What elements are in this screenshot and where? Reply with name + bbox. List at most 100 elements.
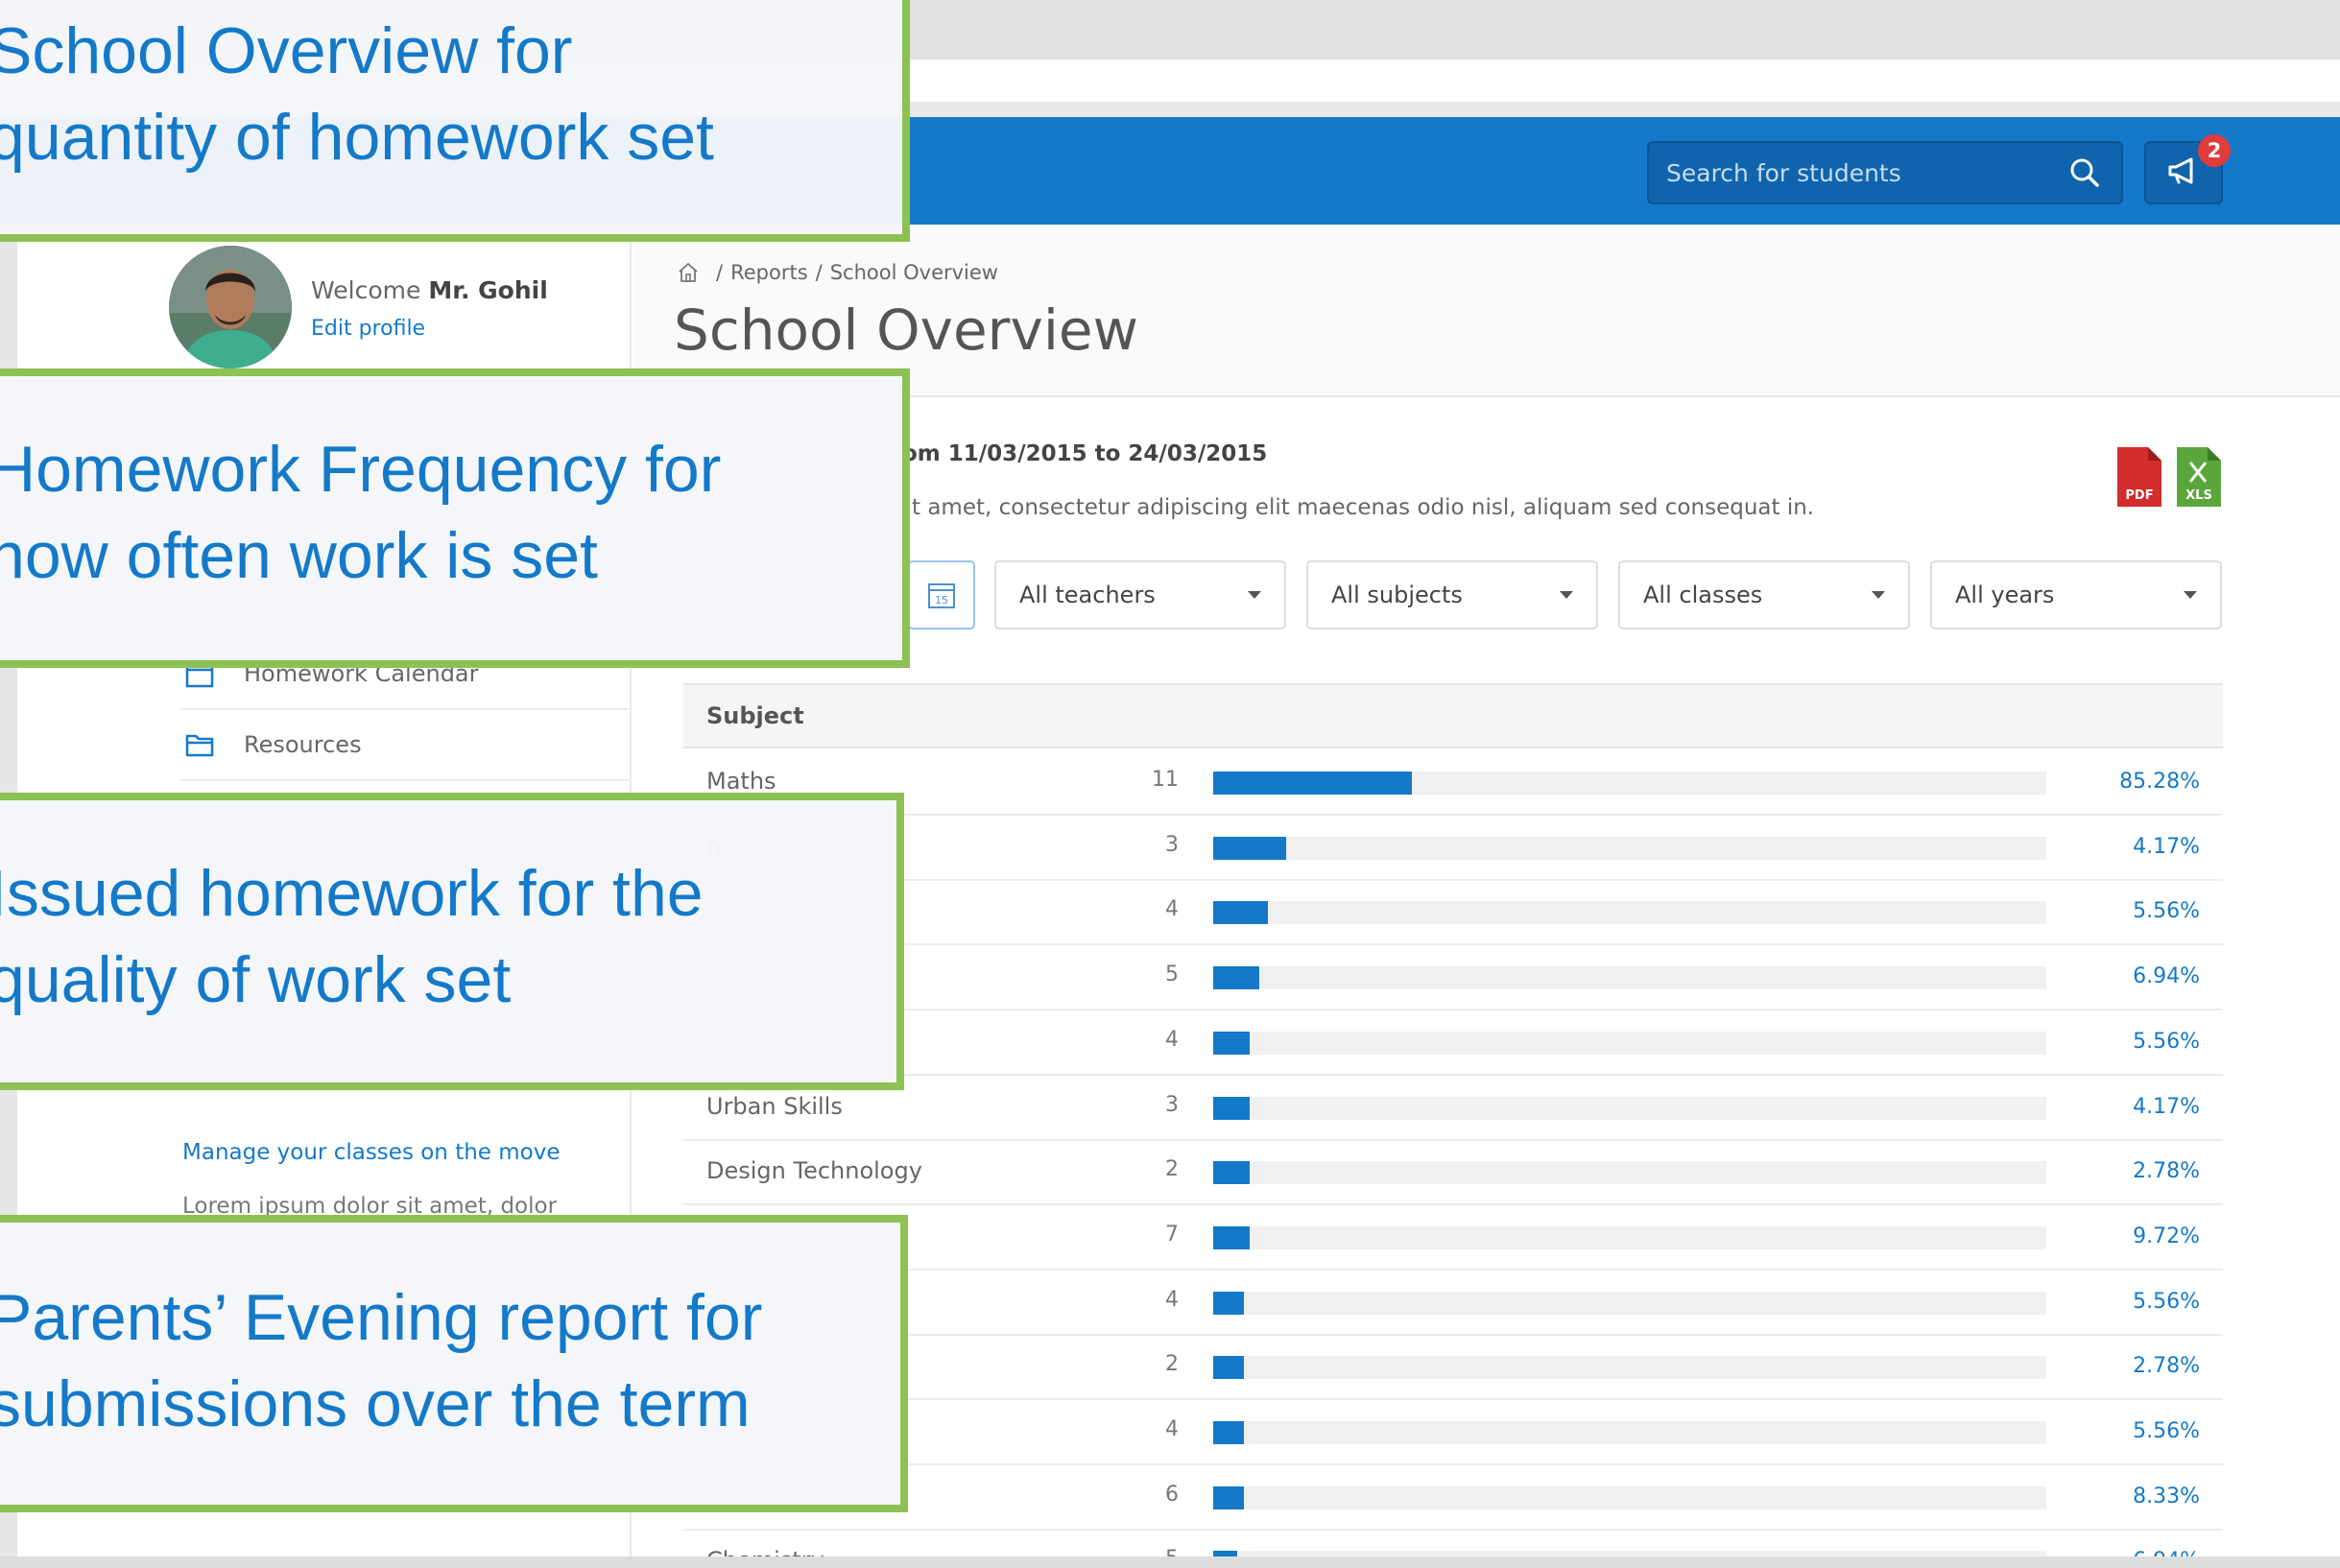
breadcrumb-separator: / bbox=[716, 261, 724, 284]
breadcrumb-reports[interactable]: Reports bbox=[730, 261, 808, 284]
homework-count: 4 bbox=[1165, 1288, 1179, 1312]
subjects-select[interactable]: All subjects bbox=[1306, 560, 1598, 630]
xls-export-icon[interactable]: XLS bbox=[2177, 447, 2221, 507]
percentage-value: 5.56% bbox=[2133, 1290, 2200, 1314]
years-select[interactable]: All years bbox=[1930, 560, 2222, 630]
table-row: 4 5.56% bbox=[683, 1010, 2223, 1076]
homework-count: 6 bbox=[1165, 1483, 1179, 1507]
callout-line: how often work is set bbox=[0, 519, 598, 592]
table-row: 5 6.94% bbox=[683, 945, 2223, 1010]
homework-count: 2 bbox=[1165, 1352, 1179, 1376]
callout-line: quantity of homework set bbox=[0, 101, 714, 174]
percentage-value: 2.78% bbox=[2133, 1354, 2200, 1378]
progress-track bbox=[1213, 772, 2046, 795]
percentage-value: 4.17% bbox=[2133, 1095, 2200, 1119]
percentage-value: 4.17% bbox=[2133, 835, 2200, 859]
welcome-prefix: Welcome bbox=[311, 276, 429, 304]
megaphone-icon bbox=[2166, 156, 2201, 190]
progress-track bbox=[1213, 1486, 2046, 1509]
search-placeholder: Search for students bbox=[1666, 158, 1901, 187]
percentage-value: 5.56% bbox=[2133, 899, 2200, 923]
progress-fill bbox=[1213, 1032, 1250, 1055]
progress-fill bbox=[1213, 966, 1259, 989]
edit-profile-link[interactable]: Edit profile bbox=[311, 317, 425, 341]
avatar[interactable] bbox=[169, 246, 292, 368]
chevron-down-icon bbox=[2184, 591, 2197, 599]
breadcrumb-current: School Overview bbox=[829, 261, 998, 284]
notification-count-badge: 2 bbox=[2198, 134, 2231, 167]
percentage-value: 85.28% bbox=[2119, 770, 2200, 794]
homework-count: 3 bbox=[1165, 1093, 1179, 1117]
table-row: n34.17% bbox=[683, 816, 2223, 881]
home-icon[interactable] bbox=[678, 261, 701, 284]
calendar-icon: 15 bbox=[928, 583, 955, 608]
percentage-value: 5.56% bbox=[2133, 1030, 2200, 1054]
progress-track bbox=[1213, 966, 2046, 989]
table-row: Maths 11 85.28% bbox=[683, 750, 2223, 816]
callout-line: Homework Frequency for bbox=[0, 433, 722, 506]
callout-issued-homework: Issued homework for the quality of work … bbox=[0, 793, 904, 1090]
table-row: 4 5.56% bbox=[683, 1271, 2223, 1336]
progress-fill bbox=[1213, 1292, 1244, 1315]
search-icon[interactable] bbox=[2058, 146, 2112, 200]
progress-fill bbox=[1213, 837, 1286, 860]
percentage-value: 8.33% bbox=[2133, 1485, 2200, 1509]
percentage-value: 5.56% bbox=[2133, 1419, 2200, 1443]
sidebar-item-resources[interactable]: Resources bbox=[180, 710, 632, 781]
table-row: 6 8.33% bbox=[683, 1465, 2223, 1531]
homework-count: 4 bbox=[1165, 897, 1179, 921]
teachers-select[interactable]: All teachers bbox=[994, 560, 1286, 630]
progress-fill bbox=[1213, 1161, 1250, 1184]
table-row: Design Technology 2 2.78% bbox=[683, 1140, 2223, 1205]
table-row: Urban Skills 3 4.17% bbox=[683, 1076, 2223, 1141]
progress-fill bbox=[1213, 1097, 1250, 1120]
page-title: School Overview bbox=[674, 297, 1139, 363]
table-row: 4 5.56% bbox=[683, 880, 2223, 945]
progress-track bbox=[1213, 901, 2046, 924]
subject-name: Design Technology bbox=[706, 1157, 922, 1184]
progress-track bbox=[1213, 1032, 2046, 1055]
subject-column-header: Subject bbox=[706, 702, 804, 729]
table-row: 4 5.56% bbox=[683, 1400, 2223, 1465]
user-name: Mr. Gohil bbox=[428, 276, 548, 304]
progress-track bbox=[1213, 1292, 2046, 1315]
browser-bottom-edge bbox=[0, 1556, 2340, 1568]
table-row: 7 9.72% bbox=[683, 1205, 2223, 1271]
callout-line: School Overview for bbox=[0, 14, 573, 87]
report-description: t amet, consectetur adipiscing elit maec… bbox=[912, 495, 1815, 520]
pdf-export-icon[interactable]: PDF bbox=[2117, 447, 2161, 507]
callout-line: submissions over the term bbox=[0, 1367, 751, 1440]
homework-count: 5 bbox=[1165, 962, 1179, 986]
progress-fill bbox=[1213, 1356, 1244, 1379]
sidebar-item-label: Resources bbox=[244, 731, 362, 758]
welcome-text: Welcome Mr. Gohil bbox=[311, 276, 548, 304]
progress-fill bbox=[1213, 772, 1412, 795]
promo-title[interactable]: Manage your classes on the move bbox=[182, 1140, 561, 1165]
student-search-input[interactable]: Search for students bbox=[1647, 141, 2123, 204]
homework-count: 2 bbox=[1165, 1157, 1179, 1181]
progress-track bbox=[1213, 1421, 2046, 1444]
pdf-label: PDF bbox=[2125, 488, 2153, 503]
progress-fill bbox=[1213, 1421, 1244, 1444]
date-picker-button[interactable]: 15 bbox=[908, 560, 975, 630]
breadcrumb-separator: / bbox=[815, 261, 823, 284]
callout-line: Parents’ Evening report for bbox=[0, 1281, 763, 1354]
breadcrumb: / Reports / School Overview bbox=[678, 261, 998, 284]
callout-parents-evening: Parents’ Evening report for submissions … bbox=[0, 1215, 908, 1512]
callout-line: Issued homework for the bbox=[0, 857, 704, 930]
folder-icon bbox=[180, 725, 219, 764]
homework-count: 7 bbox=[1165, 1223, 1179, 1247]
report-date-range: om 11/03/2015 to 24/03/2015 bbox=[902, 441, 1268, 466]
progress-track bbox=[1213, 1097, 2046, 1120]
callout-homework-frequency: Homework Frequency for how often work is… bbox=[0, 368, 910, 668]
progress-track bbox=[1213, 1356, 2046, 1379]
classes-select-value: All classes bbox=[1643, 582, 1763, 608]
classes-select[interactable]: All classes bbox=[1618, 560, 1910, 630]
homework-count: 4 bbox=[1165, 1417, 1179, 1441]
progress-fill bbox=[1213, 1486, 1244, 1509]
subjects-select-value: All subjects bbox=[1331, 582, 1463, 608]
years-select-value: All years bbox=[1955, 582, 2055, 608]
percentage-value: 2.78% bbox=[2133, 1159, 2200, 1183]
progress-track bbox=[1213, 1161, 2046, 1184]
chevron-down-icon bbox=[1872, 591, 1885, 599]
